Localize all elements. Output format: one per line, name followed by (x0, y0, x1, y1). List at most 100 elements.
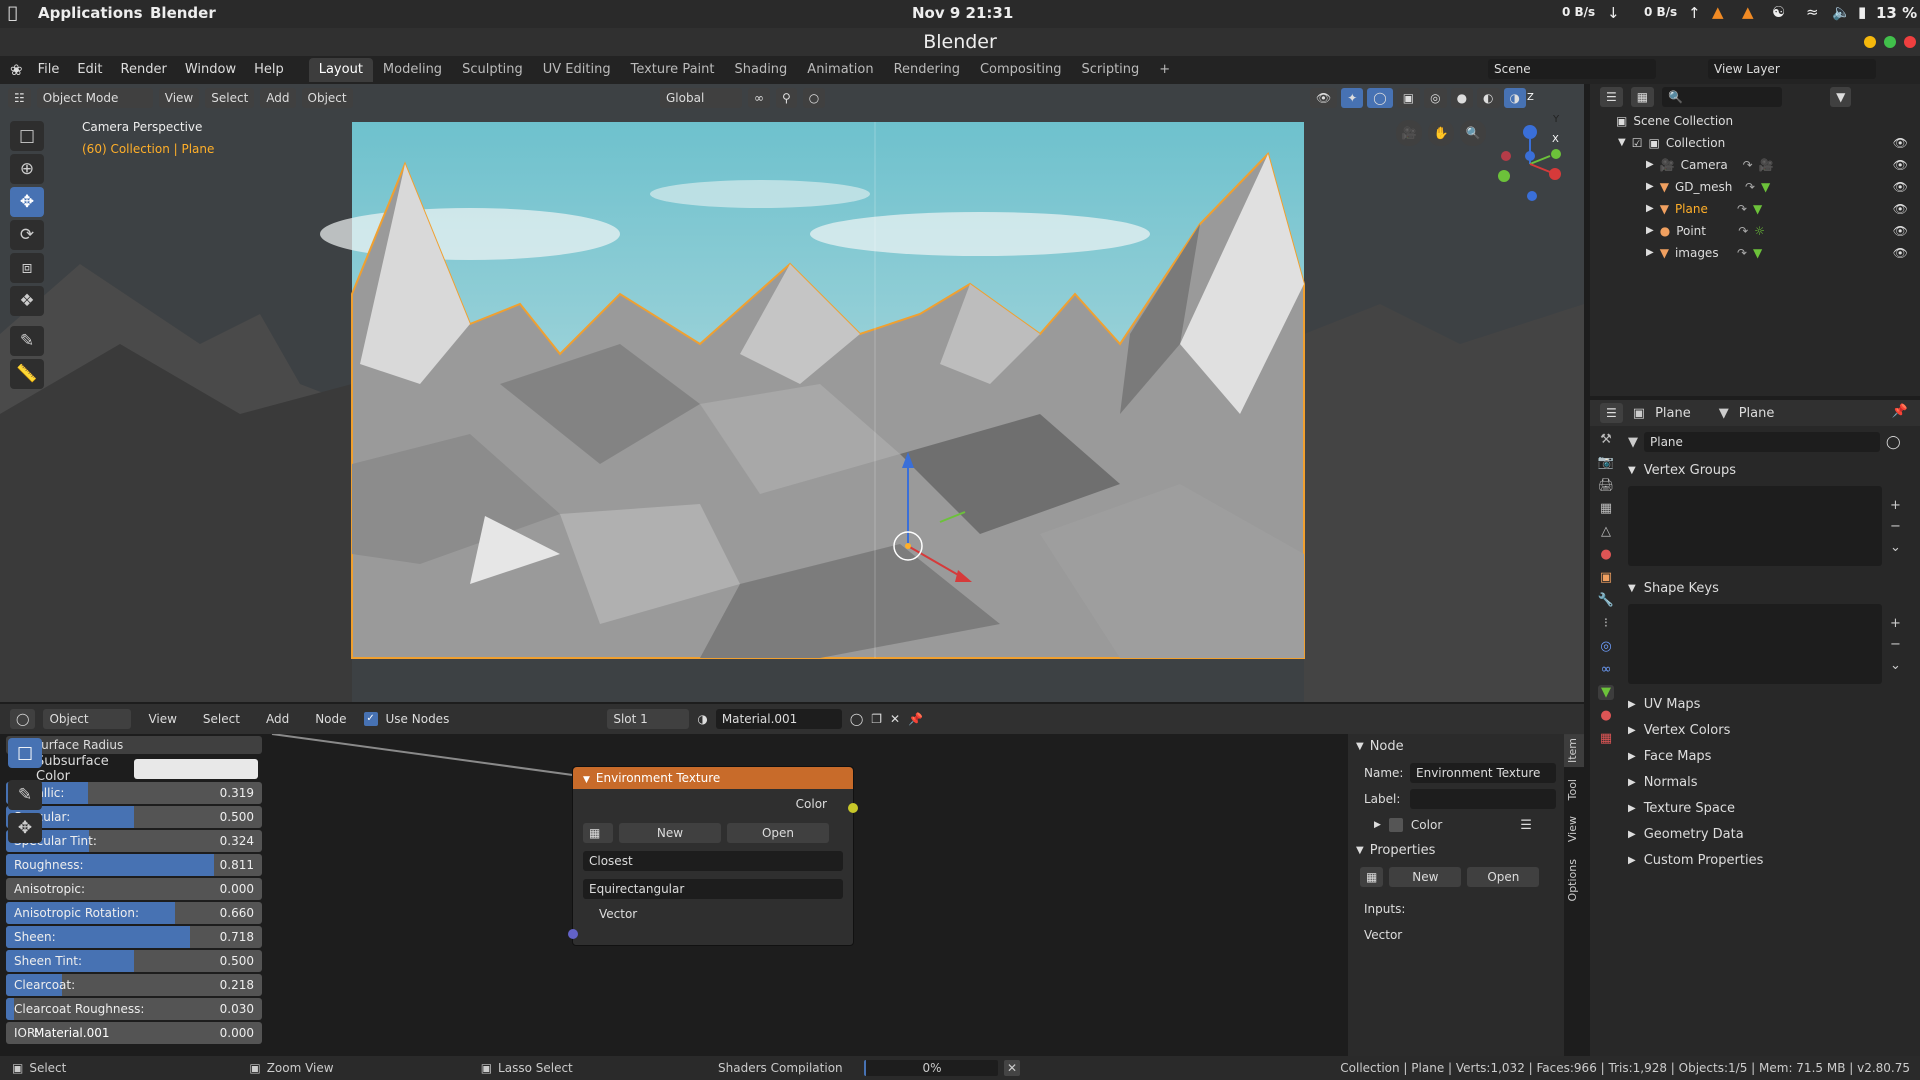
visibility-icon[interactable]: 👁 (1310, 88, 1338, 108)
menu-render[interactable]: Render (112, 58, 176, 82)
outliner-item-plane[interactable]: ▶ ▼ Plane ↷ ▼ 👁 (1590, 198, 1920, 220)
vlc-tray-icon-2[interactable]: ▲ (1742, 3, 1754, 21)
tab-uv-editing[interactable]: UV Editing (533, 58, 621, 82)
node-menu-view[interactable]: View (139, 707, 185, 731)
particles-tab-icon[interactable]: ⁝ (1604, 616, 1608, 631)
slot-dropdown[interactable]: Slot 1 (607, 709, 690, 729)
app-name-menu[interactable]: Blender (150, 4, 216, 22)
tab-sculpting[interactable]: Sculpting (452, 58, 533, 82)
tab-layout[interactable]: Layout (308, 58, 373, 82)
add-shape-key-icon[interactable]: + (1890, 616, 1901, 631)
tab-shading[interactable]: Shading (724, 58, 797, 82)
texture-space-section[interactable]: ▶ Texture Space (1628, 796, 1912, 822)
viewport-menu-add[interactable]: Add (260, 88, 296, 108)
vertex-groups-list[interactable] (1628, 486, 1882, 566)
mesh-name-field[interactable]: Plane (1644, 432, 1880, 452)
expand-arrow-icon[interactable]: ▶ (1646, 242, 1654, 264)
applications-menu[interactable]: Applications (38, 4, 143, 22)
pan-hand-icon[interactable]: ✋ (1428, 120, 1454, 146)
transform-tool[interactable]: ❖ (10, 286, 44, 316)
expand-arrow-icon[interactable]: ▶ (1646, 198, 1654, 220)
move-tool[interactable]: ✥ (10, 187, 44, 217)
3d-viewport[interactable]: ☷ Object Mode View Select Add Object Glo… (0, 84, 1584, 702)
data-tab-icon[interactable]: ▼ (1598, 685, 1614, 700)
object-tab-icon[interactable]: ▣ (1600, 570, 1612, 585)
outliner-item-point[interactable]: ▶ ● Point ↷ ☼ 👁 (1590, 220, 1920, 242)
expand-arrow-icon[interactable]: ▶ (1646, 176, 1654, 198)
render-tab-icon[interactable]: 📷 (1598, 455, 1614, 470)
node-select-tool[interactable]: □ (8, 738, 42, 768)
wireframe-shading-icon[interactable]: ◎ (1424, 88, 1447, 108)
measure-tool[interactable]: 📏 (10, 359, 44, 389)
bsdf-slider[interactable]: Sheen Tint: 0.500 (6, 950, 262, 972)
rotate-tool[interactable]: ⟳ (10, 220, 44, 250)
shape-keys-section[interactable]: ▼ Shape Keys (1628, 576, 1912, 602)
close-button[interactable] (1904, 36, 1916, 48)
menu-window[interactable]: Window (176, 58, 245, 82)
vertex-groups-section[interactable]: ▼ Vertex Groups (1628, 458, 1912, 484)
maximize-button[interactable] (1884, 36, 1896, 48)
color-output-socket[interactable] (848, 803, 858, 813)
node-name-field[interactable]: Environment Texture (1410, 763, 1556, 783)
properties-editor-icon[interactable]: ☰ (1600, 403, 1623, 423)
color-checkbox[interactable] (1388, 818, 1403, 832)
use-nodes-label[interactable]: Use Nodes (386, 712, 450, 726)
geometry-data-section[interactable]: ▶ Geometry Data (1628, 822, 1912, 848)
node-menu-select[interactable]: Select (194, 707, 249, 731)
expand-arrow-icon[interactable]: ▼ (1618, 132, 1626, 154)
remove-shape-key-icon[interactable]: − (1890, 637, 1901, 652)
tab-compositing[interactable]: Compositing (970, 58, 1072, 82)
camera-view-icon[interactable]: 🎥 (1396, 120, 1422, 146)
bsdf-slider[interactable]: Clearcoat: 0.218 (6, 974, 262, 996)
sidebar-tab-tool[interactable]: Tool (1564, 775, 1584, 804)
eye-icon[interactable]: 👁 (1893, 198, 1908, 220)
env-node-header[interactable]: ▼ Environment Texture (573, 767, 853, 789)
snap-icon[interactable]: ⚲ (776, 88, 797, 108)
image-browse-icon[interactable]: ▦ (583, 823, 613, 843)
collapse-arrow-icon[interactable]: ▼ (583, 775, 590, 785)
eye-icon[interactable]: 👁 (1893, 176, 1908, 198)
use-nodes-checkbox[interactable]: ✓ (363, 712, 378, 726)
sidebar-tab-item[interactable]: Item (1564, 734, 1584, 768)
gizmo-axis-z-label[interactable]: Z (1527, 92, 1534, 103)
tab-rendering[interactable]: Rendering (884, 58, 970, 82)
bsdf-slider[interactable]: Anisotropic: 0.000 (6, 878, 262, 900)
tab-modeling[interactable]: Modeling (373, 58, 452, 82)
scene-field[interactable]: Scene (1488, 59, 1656, 79)
minimize-button[interactable] (1864, 36, 1876, 48)
custom-properties-section[interactable]: ▶ Custom Properties (1628, 848, 1912, 874)
cancel-compilation-button[interactable]: ✕ (1004, 1060, 1021, 1076)
environment-texture-node[interactable]: ▼ Environment Texture Color ▦ New Open Cl… (568, 766, 858, 946)
scene-tab-icon[interactable]: △ (1601, 524, 1611, 539)
node-label-field[interactable] (1410, 789, 1556, 809)
texture-tab-icon[interactable]: ▦ (1600, 731, 1612, 746)
battery-icon[interactable]: ▮ (1858, 3, 1866, 21)
blender-logo-icon[interactable]: ❀ (10, 61, 23, 79)
projection-dropdown[interactable]: Equirectangular (583, 879, 843, 899)
viewport-menu-object[interactable]: Object (301, 88, 353, 108)
material-sphere-icon[interactable]: ◑ (697, 712, 707, 726)
sidebar-open-button[interactable]: Open (1467, 867, 1540, 887)
outliner-item-gd-mesh[interactable]: ▶ ▼ GD_mesh ↷ ▼ 👁 (1590, 176, 1920, 198)
viewport-menu-view[interactable]: View (158, 88, 200, 108)
menu-help[interactable]: Help (245, 58, 293, 82)
xray-icon[interactable]: ▣ (1396, 88, 1421, 108)
header-data-name[interactable]: Plane (1739, 406, 1775, 421)
vertex-colors-section[interactable]: ▶ Vertex Colors (1628, 718, 1912, 744)
eye-icon[interactable]: 👁 (1893, 132, 1908, 154)
gizmo-axis-y-label[interactable]: Y (1553, 114, 1559, 125)
modifier-tab-icon[interactable]: 🔧 (1598, 593, 1614, 608)
sidebar-new-button[interactable]: New (1389, 867, 1462, 887)
shape-keys-list[interactable] (1628, 604, 1882, 684)
scene-selector[interactable]: Scene (1488, 59, 1656, 79)
apple-icon[interactable]:  (8, 3, 18, 22)
expand-arrow-icon[interactable]: ▶ (1646, 220, 1654, 242)
material-shading-icon[interactable]: ◐ (1477, 88, 1500, 108)
face-maps-section[interactable]: ▶ Face Maps (1628, 744, 1912, 770)
image-browse-icon[interactable]: ▦ (1360, 867, 1384, 887)
pivot-icon[interactable]: ∞ (748, 88, 770, 108)
outliner-item-camera[interactable]: ▶ 🎥 Camera ↷ 🎥 👁 (1590, 154, 1920, 176)
menu-file[interactable]: File (29, 58, 69, 82)
bsdf-slider[interactable]: Roughness: 0.811 (6, 854, 262, 876)
add-vertex-group-icon[interactable]: + (1890, 498, 1901, 513)
